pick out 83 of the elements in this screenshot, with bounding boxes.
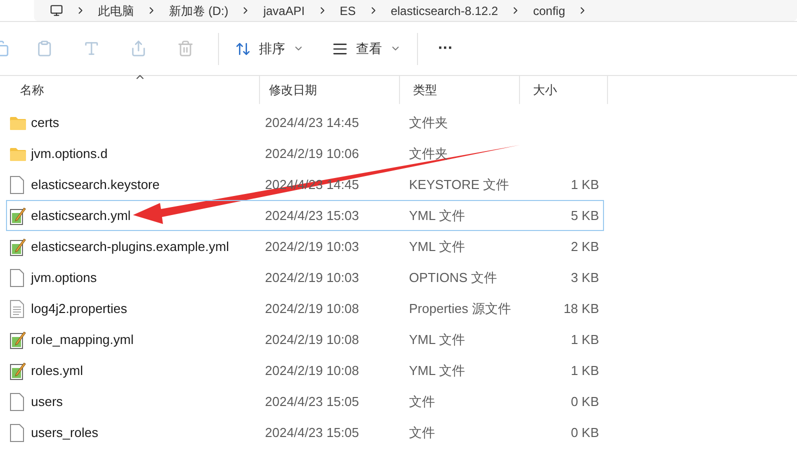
file-type: 文件 [409, 392, 436, 411]
breadcrumb-item[interactable]: config [533, 2, 566, 20]
file-icon [10, 424, 24, 442]
breadcrumb-item[interactable]: 新加卷 (D:) [169, 2, 228, 20]
file-size: 3 KB [570, 268, 599, 287]
modified-date: 2024/2/19 10:08 [265, 300, 360, 318]
list-icon [332, 40, 348, 56]
notepad-icon [10, 330, 26, 348]
column-header[interactable]: 修改日期 [260, 76, 400, 104]
notepad-icon [10, 362, 26, 380]
breadcrumb-item[interactable]: 此电脑 [98, 2, 134, 20]
folder-icon [10, 146, 26, 160]
file-row[interactable]: jvm.options.d 2024/2/19 10:06 文件夹 [6, 138, 604, 169]
file-row[interactable]: jvm.options 2024/2/19 10:03 OPTIONS 文件 3 KB [6, 262, 604, 293]
paste-icon[interactable] [36, 40, 53, 57]
folder-icon [10, 116, 26, 130]
computer-icon [50, 4, 63, 17]
file-name: users_roles [31, 424, 100, 442]
breadcrumb-item[interactable]: javaAPI [263, 2, 305, 20]
file-name: roles.yml [31, 362, 84, 380]
file-row[interactable]: elasticsearch.yml 2024/4/23 15:03 YML 文件 5 KB [6, 200, 604, 231]
modified-date: 2024/2/19 10:08 [265, 330, 360, 349]
notepad-icon [10, 238, 26, 256]
sort-icon [235, 40, 251, 56]
modified-date: 2024/4/23 15:05 [265, 392, 360, 411]
file-size: 0 KB [570, 392, 599, 411]
file-icon [10, 176, 24, 194]
file-size: 1 KB [570, 176, 599, 194]
file-row[interactable]: log4j2.properties 2024/2/19 10:08 Properties 源文件 18 KB [6, 293, 604, 324]
file-name: log4j2.properties [31, 300, 128, 318]
file-type: YML 文件 [409, 238, 466, 256]
modified-date: 2024/2/19 10:03 [265, 268, 360, 287]
file-name: jvm.options.d [31, 144, 109, 163]
file-row[interactable]: certs 2024/4/23 14:45 文件夹 [6, 107, 604, 138]
file-icon [10, 392, 24, 410]
file-name: elasticsearch.yml [31, 206, 132, 225]
address-bar[interactable]: 此电脑 新加卷 (D:) javaAPI ES elasticsearch-8.12.2 config [34, 0, 797, 21]
file-type: KEYSTORE 文件 [409, 176, 510, 194]
file-type: Properties 源文件 [409, 300, 512, 318]
file-size: 2 KB [570, 238, 599, 256]
file-type: 文件夹 [409, 144, 449, 163]
modified-date: 2024/4/23 14:45 [265, 114, 360, 132]
rename-icon[interactable] [83, 40, 100, 57]
file-name: certs [31, 114, 60, 132]
file-name: users [31, 392, 64, 411]
file-type: 文件 [409, 424, 436, 442]
file-row[interactable]: users 2024/4/23 15:05 文件 0 KB [6, 386, 604, 417]
file-name: elasticsearch.keystore [31, 176, 161, 194]
modified-date: 2024/4/23 15:03 [265, 206, 360, 225]
file-row[interactable]: roles.yml 2024/2/19 10:08 YML 文件 1 KB [6, 355, 604, 386]
file-size: 0 KB [570, 424, 599, 442]
file-row[interactable]: role_mapping.yml 2024/2/19 10:08 YML 文件 1 KB [6, 324, 604, 355]
file-type: YML 文件 [409, 330, 466, 349]
file-size: 1 KB [570, 330, 599, 349]
view-button[interactable]: 查看 [332, 38, 401, 58]
breadcrumb-item[interactable]: elasticsearch-8.12.2 [390, 2, 498, 20]
file-row[interactable]: users_roles 2024/4/23 15:05 文件 0 KB [6, 417, 604, 448]
modified-date: 2024/2/19 10:03 [265, 238, 360, 256]
column-header[interactable]: 类型 [400, 76, 520, 104]
file-name: jvm.options [31, 268, 98, 287]
file-size: 5 KB [570, 206, 599, 225]
file-type: YML 文件 [409, 206, 466, 225]
modified-date: 2024/2/19 10:06 [265, 144, 360, 163]
file-size: 18 KB [562, 300, 599, 318]
text-file-icon [10, 300, 24, 318]
share-icon[interactable] [130, 40, 147, 57]
file-icon [10, 268, 24, 286]
delete-icon[interactable] [177, 40, 194, 57]
file-row[interactable]: elasticsearch-plugins.example.yml 2024/2/19 10:03 YML 文件 2 KB [6, 231, 604, 262]
file-type: OPTIONS 文件 [409, 268, 498, 287]
file-type: YML 文件 [409, 362, 466, 380]
modified-date: 2024/4/23 15:05 [265, 424, 360, 442]
file-size: 1 KB [570, 362, 599, 380]
file-name: elasticsearch-plugins.example.yml [31, 238, 230, 256]
file-type: 文件夹 [409, 114, 449, 132]
more-button[interactable]: ··· [438, 36, 453, 60]
notepad-icon [10, 206, 26, 224]
breadcrumb-item[interactable]: ES [340, 2, 356, 20]
sort-button[interactable]: 排序 [235, 38, 304, 58]
modified-date: 2024/2/19 10:08 [265, 362, 360, 380]
column-header[interactable]: 名称 [0, 76, 260, 104]
column-header[interactable]: 大小 [520, 76, 608, 104]
file-name: role_mapping.yml [31, 330, 135, 349]
